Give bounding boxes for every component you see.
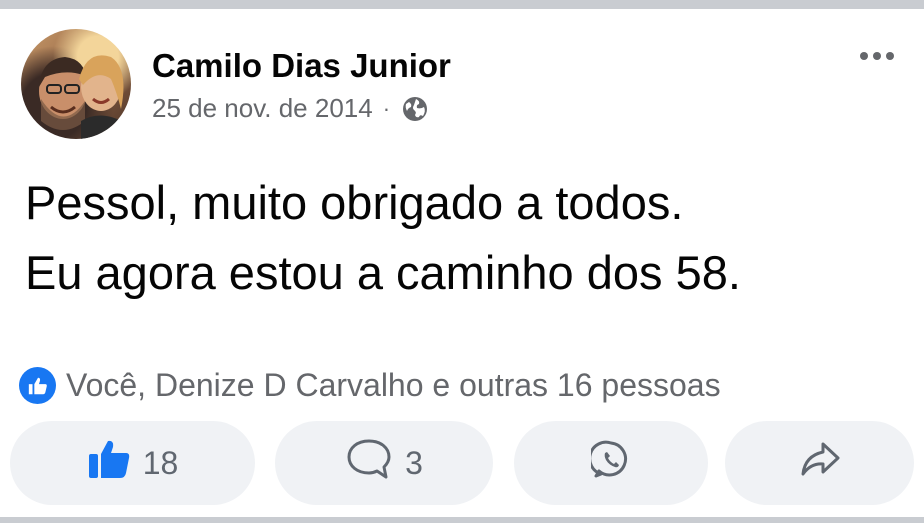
share-button[interactable] [725, 421, 914, 505]
whatsapp-icon [588, 439, 631, 487]
author-name[interactable]: Camilo Dias Junior [152, 47, 451, 85]
reactions-text[interactable]: Você, Denize D Carvalho e outras 16 pess… [66, 367, 721, 404]
meta-separator: · [382, 95, 391, 121]
globe-icon[interactable] [400, 94, 430, 124]
action-bar: 18 3 [10, 421, 914, 505]
avatar[interactable] [21, 29, 131, 139]
post-text-line: Eu agora estou a caminho dos 58. [25, 246, 741, 299]
post-date[interactable]: 25 de nov. de 2014 [152, 93, 373, 124]
comment-count: 3 [405, 444, 423, 481]
post-text-line: Pessol, muito obrigado a todos. [25, 176, 684, 229]
like-icon [19, 367, 56, 404]
share-icon [799, 440, 841, 486]
like-button[interactable]: 18 [10, 421, 255, 505]
top-divider [0, 0, 924, 9]
whatsapp-share-button[interactable] [514, 421, 708, 505]
thumbs-up-icon [87, 439, 131, 487]
post-text: Pessol, muito obrigado a todos. Eu agora… [25, 168, 905, 308]
like-count: 18 [142, 444, 179, 481]
reactions-summary[interactable]: Você, Denize D Carvalho e outras 16 pess… [19, 367, 721, 404]
bottom-divider [0, 517, 924, 523]
comment-icon [345, 437, 393, 489]
post-meta: 25 de nov. de 2014 · [152, 93, 430, 124]
more-options-icon[interactable] [860, 52, 894, 60]
comment-button[interactable]: 3 [275, 421, 493, 505]
